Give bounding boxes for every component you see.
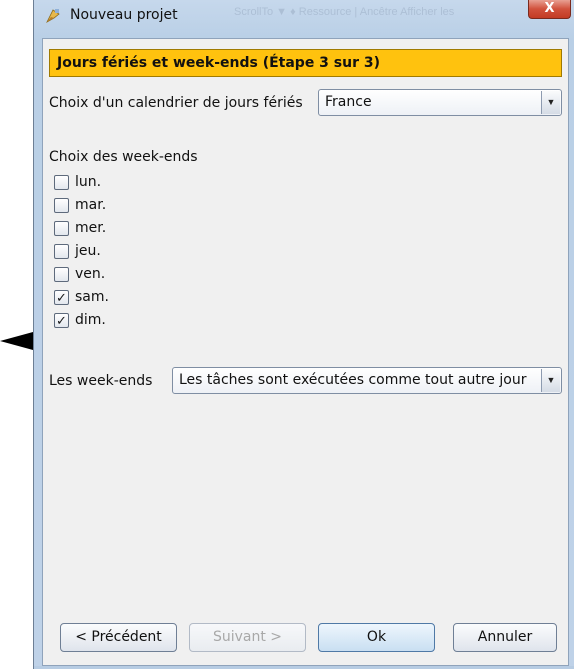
chevron-down-icon[interactable]: ▼ bbox=[541, 91, 560, 114]
dialog-window: ScrollTo ▼ ♦ Ressource | Ancêtre Affiche… bbox=[33, 0, 574, 669]
ok-button[interactable]: Ok bbox=[318, 623, 435, 652]
weekend-policy-select[interactable]: Les tâches sont exécutées comme tout aut… bbox=[172, 367, 562, 394]
day-label: ven. bbox=[75, 266, 106, 282]
chevron-down-icon[interactable]: ▼ bbox=[541, 369, 560, 392]
app-icon bbox=[46, 9, 60, 24]
step-banner: Jours fériés et week-ends (Étape 3 sur 3… bbox=[49, 49, 562, 77]
day-label: mer. bbox=[75, 220, 107, 236]
checkbox-icon[interactable] bbox=[54, 198, 69, 213]
day-label: dim. bbox=[75, 312, 106, 328]
window-title: Nouveau projet bbox=[70, 7, 178, 23]
day-label: mar. bbox=[75, 197, 107, 213]
holiday-calendar-select[interactable]: France ▼ bbox=[318, 89, 562, 116]
title-bar[interactable]: ScrollTo ▼ ♦ Ressource | Ancêtre Affiche… bbox=[34, 0, 574, 38]
checkbox-icon[interactable] bbox=[54, 267, 69, 282]
weekends-section-title: Choix des week-ends bbox=[49, 149, 198, 165]
holiday-calendar-value: France bbox=[325, 94, 372, 110]
cancel-button[interactable]: Annuler bbox=[453, 623, 557, 652]
weekend-policy-value: Les tâches sont exécutées comme tout aut… bbox=[179, 372, 527, 388]
weekend-policy-label: Les week-ends bbox=[49, 373, 153, 389]
checkbox-icon[interactable]: ✓ bbox=[54, 290, 69, 305]
wizard-content: Jours fériés et week-ends (Étape 3 sur 3… bbox=[42, 38, 569, 666]
close-button[interactable]: X bbox=[528, 0, 571, 19]
checkbox-icon[interactable] bbox=[54, 221, 69, 236]
previous-button[interactable]: < Précédent bbox=[60, 623, 177, 652]
checkbox-icon[interactable] bbox=[54, 175, 69, 190]
arrow-pointer-icon bbox=[0, 332, 33, 350]
holiday-calendar-label: Choix d'un calendrier de jours fériés bbox=[49, 95, 303, 111]
day-label: sam. bbox=[75, 289, 109, 305]
day-label: jeu. bbox=[75, 243, 101, 259]
checkbox-icon[interactable]: ✓ bbox=[54, 313, 69, 328]
next-button[interactable]: Suivant > bbox=[189, 623, 306, 652]
checkbox-icon[interactable] bbox=[54, 244, 69, 259]
day-label: lun. bbox=[75, 174, 102, 190]
background-titles: ScrollTo ▼ ♦ Ressource | Ancêtre Affiche… bbox=[234, 6, 455, 18]
